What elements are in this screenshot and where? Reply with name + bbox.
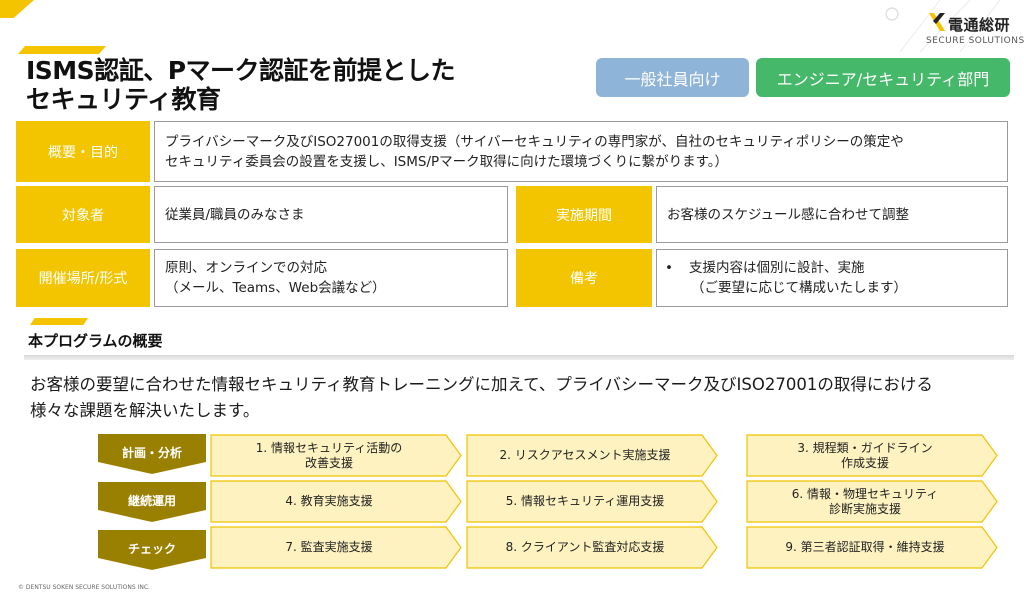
notes-line2: （ご要望に応じて構成いたします）	[691, 280, 907, 296]
venue-line2: （メール、Teams、Web会議など）	[165, 280, 386, 296]
target-cell: 従業員/職員のみなさま	[154, 186, 508, 243]
venue-cell: 原則、オンラインでの対応 （メール、Teams、Web会議など）	[154, 249, 508, 307]
step-4-line1: 4. 教育実施支援	[285, 494, 373, 508]
period-cell: お客様のスケジュール感に合わせて調整	[656, 186, 1008, 243]
logo-x-icon	[929, 13, 945, 31]
audience-engineer-badge: エンジニア/セキュリティ部門	[756, 58, 1010, 97]
copyright-footer: © DENTSU SOKEN SECURE SOLUTIONS INC.	[18, 584, 150, 591]
corner-accent	[0, 0, 34, 18]
step-1-line2: 改善支援	[304, 455, 353, 470]
step-2-line1: 2. リスクアセスメント実施支援	[499, 448, 671, 462]
phase-check: チェック	[98, 530, 206, 570]
notes-label: 備考	[516, 249, 652, 307]
step-8-line1: 8. クライアント監査対応支援	[505, 540, 665, 554]
section-divider	[24, 355, 1014, 360]
phase-plan: 計画・分析	[98, 434, 206, 474]
period-value: お客様のスケジュール感に合わせて調整	[667, 206, 910, 223]
step-3-line1: 3. 規程類・ガイドライン	[797, 440, 933, 455]
step-1-line1: 1. 情報セキュリティ活動の	[255, 440, 403, 455]
title-accent	[18, 46, 106, 54]
section-accent	[30, 318, 88, 325]
section-heading: 本プログラムの概要	[28, 332, 163, 350]
logo-tagline: SECURE SOLUTIONS	[926, 36, 1024, 46]
purpose-cell: プライバシーマーク及びISO27001の取得支援（サイバーセキュリティの専門家が…	[154, 121, 1008, 182]
notes-line1: 支援内容は個別に設計、実施	[688, 260, 865, 276]
phase-check-label: チェック	[127, 542, 176, 556]
period-label: 実施期間	[516, 186, 652, 243]
company-logo: 電通総研 SECURE SOLUTIONS	[924, 8, 1024, 46]
step-6-line2: 診断実施支援	[828, 501, 901, 516]
target-label: 対象者	[16, 186, 150, 243]
phase-plan-label: 計画・分析	[121, 446, 182, 460]
notes-cell: • 支援内容は個別に設計、実施 （ご要望に応じて構成いたします）	[656, 249, 1008, 307]
audience-general-badge: 一般社員向け	[596, 58, 749, 97]
logo-name: 電通総研	[948, 16, 1011, 34]
purpose-line2: セキュリティ委員会の設置を支援し、ISMS/Pマーク取得に向けた環境づくりに繋が…	[165, 153, 729, 170]
venue-label: 開催場所/形式	[16, 249, 150, 307]
purpose-label: 概要・目的	[16, 121, 150, 182]
step-6-line1: 6. 情報・物理セキュリティ	[791, 486, 939, 501]
target-value: 従業員/職員のみなさま	[165, 206, 305, 223]
program-intro-line2: 様々な課題を解決いたします。	[30, 401, 260, 420]
page-title-line2: セキュリティ教育	[26, 85, 221, 114]
purpose-line1: プライバシーマーク及びISO27001の取得支援（サイバーセキュリティの専門家が…	[165, 133, 904, 150]
notes-bullet: •	[665, 260, 673, 276]
page-title: ISMS認証、Pマーク認証を前提とした セキュリティ教育	[26, 56, 586, 114]
phase-operate-label: 継続運用	[127, 494, 176, 508]
program-intro-line1: お客様の要望に合わせた情報セキュリティ教育トレーニングに加えて、プライバシーマー…	[30, 375, 933, 394]
step-7-line1: 7. 監査実施支援	[285, 540, 373, 554]
phase-operate: 継続運用	[98, 482, 206, 522]
step-5-line1: 5. 情報セキュリティ運用支援	[505, 494, 665, 508]
page-title-line1: ISMS認証、Pマーク認証を前提とした	[26, 56, 456, 85]
step-3-line2: 作成支援	[840, 455, 889, 470]
venue-line1: 原則、オンラインでの対応	[165, 260, 327, 276]
program-intro: お客様の要望に合わせた情報セキュリティ教育トレーニングに加えて、プライバシーマー…	[30, 372, 1010, 424]
step-9-line1: 9. 第三者認証取得・維持支援	[785, 540, 945, 554]
